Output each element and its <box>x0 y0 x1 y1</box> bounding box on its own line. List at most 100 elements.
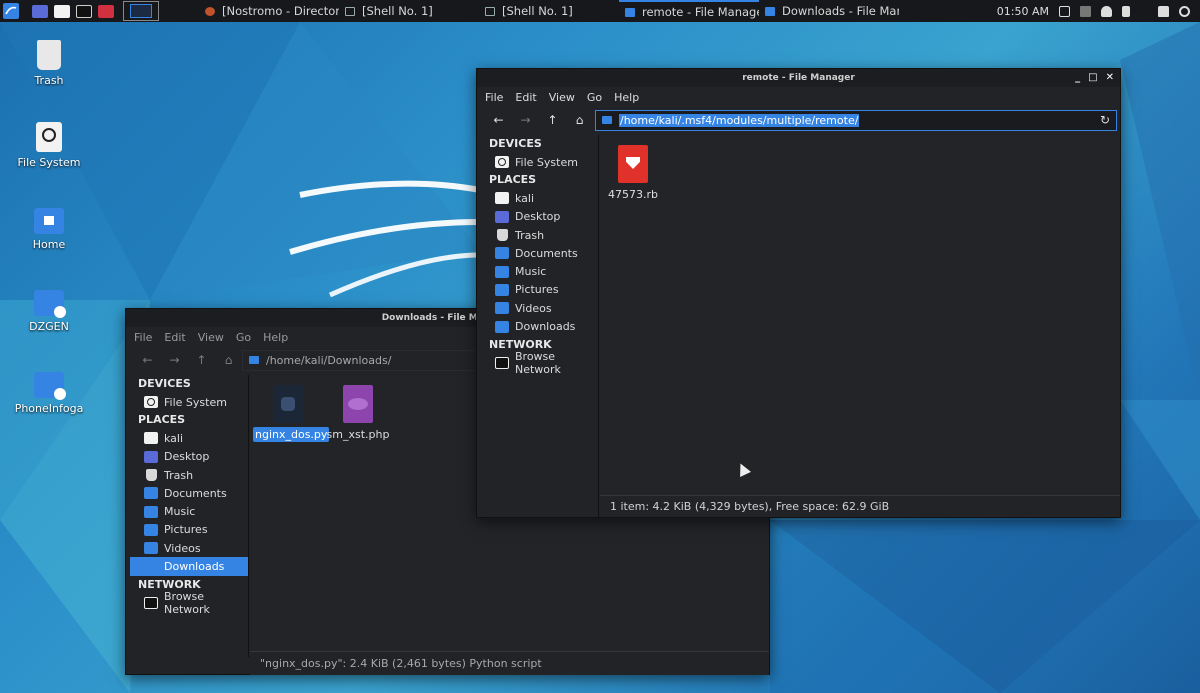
sidebar-item-pictures[interactable]: Pictures <box>481 281 598 299</box>
sidebar-item-pictures[interactable]: Pictures <box>130 521 248 539</box>
sidebar-item-trash[interactable]: Trash <box>130 466 248 484</box>
location-bar[interactable]: /home/kali/.msf4/modules/multiple/remote… <box>595 109 1117 131</box>
sidebar: DEVICES File System PLACES kali Desktop … <box>130 375 249 657</box>
trash-icon <box>146 469 157 482</box>
parent-folder-up-icon[interactable]: ↑ <box>188 349 215 371</box>
parent-folder-up-icon[interactable]: ↑ <box>539 109 566 131</box>
close-icon[interactable]: ✕ <box>1106 69 1114 87</box>
folder-icon <box>765 6 775 16</box>
firefox-icon <box>205 6 215 16</box>
home-folder-icon <box>495 192 509 205</box>
sidebar-item-desktop[interactable]: Desktop <box>481 208 598 226</box>
kali-menu-button[interactable] <box>0 0 22 22</box>
folder-icon <box>602 116 612 124</box>
minimize-icon[interactable]: _ <box>1075 69 1080 87</box>
file-manager-launcher-icon[interactable] <box>54 4 70 18</box>
menu-view[interactable]: View <box>549 91 575 104</box>
sidebar-item-downloads[interactable]: Downloads <box>481 317 598 335</box>
reload-icon[interactable]: ↻ <box>1100 113 1110 127</box>
folder-icon <box>625 7 635 17</box>
file-item-sm-xst[interactable]: sm_xst.php <box>325 385 391 441</box>
videos-folder-icon <box>495 302 509 315</box>
drive-icon <box>36 122 62 152</box>
downloads-folder-icon <box>144 560 158 573</box>
ruby-file-icon <box>618 145 648 183</box>
menu-view[interactable]: View <box>198 331 224 344</box>
devices-header: DEVICES <box>489 137 542 150</box>
menu-file[interactable]: File <box>485 91 503 104</box>
desktop-icon-home[interactable]: Home <box>9 204 89 251</box>
location-text[interactable]: /home/kali/.msf4/modules/multiple/remote… <box>619 113 860 127</box>
file-view[interactable]: 47573.rb <box>600 135 1120 495</box>
top-panel: [Nostromo - Directory T... [Shell No. 1]… <box>0 0 1200 22</box>
sidebar-item-trash[interactable]: Trash <box>481 226 598 244</box>
kali-logo-icon <box>3 3 19 19</box>
task-shell-1[interactable]: [Shell No. 1] <box>339 0 479 22</box>
menu-edit[interactable]: Edit <box>515 91 536 104</box>
display-icon[interactable] <box>1059 5 1070 17</box>
back-arrow-icon[interactable]: ← <box>134 349 161 371</box>
places-header: PLACES <box>489 173 537 187</box>
maximize-icon[interactable]: □ <box>1088 69 1097 87</box>
folder-icon <box>249 356 259 364</box>
sidebar-item-kali[interactable]: kali <box>130 429 248 447</box>
show-desktop-icon[interactable] <box>32 4 48 18</box>
desktop-icon-dzgen[interactable]: DZGEN <box>9 286 89 333</box>
sidebar-item-music[interactable]: Music <box>481 262 598 280</box>
sidebar-item-videos[interactable]: Videos <box>130 539 248 557</box>
sidebar-item-file-system[interactable]: File System <box>481 153 598 171</box>
task-downloads-file-manager[interactable]: Downloads - File Manag... <box>759 0 899 22</box>
python-file-icon <box>273 385 303 423</box>
sidebar-item-kali[interactable]: kali <box>481 189 598 207</box>
battery-icon[interactable] <box>1122 5 1130 17</box>
file-item-47573-rb[interactable]: 47573.rb <box>600 145 666 201</box>
home-folder-icon <box>34 208 64 234</box>
window-title[interactable]: remote - File Manager _ □ ✕ <box>477 69 1120 87</box>
documents-folder-icon <box>144 487 158 500</box>
browser-launcher-icon[interactable] <box>98 4 114 18</box>
menu-help[interactable]: Help <box>263 331 288 344</box>
remote-window[interactable]: remote - File Manager _ □ ✕ File Edit Vi… <box>476 68 1121 518</box>
sidebar-item-documents[interactable]: Documents <box>130 484 248 502</box>
lock-icon[interactable] <box>1158 5 1169 17</box>
task-remote-file-manager[interactable]: remote - File Manager <box>619 0 759 22</box>
desktop-icon-trash[interactable]: Trash <box>9 40 89 87</box>
menu-edit[interactable]: Edit <box>164 331 185 344</box>
desktop-icon-phoneinfoga[interactable]: PhoneInfoga <box>9 368 89 415</box>
network-icon <box>495 356 509 369</box>
home-icon[interactable]: ⌂ <box>215 349 242 371</box>
sidebar-item-desktop[interactable]: Desktop <box>130 448 248 466</box>
menu-go[interactable]: Go <box>587 91 602 104</box>
terminal-icon <box>485 6 495 16</box>
power-icon[interactable] <box>1179 5 1190 17</box>
sidebar-item-music[interactable]: Music <box>130 502 248 520</box>
menu-help[interactable]: Help <box>614 91 639 104</box>
workspace-switcher[interactable] <box>123 1 159 21</box>
sidebar-item-file-system[interactable]: File System <box>130 393 248 411</box>
sidebar-item-browse-network[interactable]: Browse Network <box>481 350 598 376</box>
terminal-icon <box>345 6 355 16</box>
desktop-icon-file-system[interactable]: File System <box>9 122 89 169</box>
task-shell-2[interactable]: [Shell No. 1] <box>479 0 619 22</box>
menu-go[interactable]: Go <box>236 331 251 344</box>
sidebar-item-browse-network[interactable]: Browse Network <box>130 590 248 616</box>
drive-icon <box>144 396 158 409</box>
forward-arrow-icon[interactable]: → <box>512 109 539 131</box>
pictures-folder-icon <box>495 283 509 296</box>
forward-arrow-icon[interactable]: → <box>161 349 188 371</box>
terminal-launcher-icon[interactable] <box>76 4 92 18</box>
devices-header: DEVICES <box>138 377 191 390</box>
php-file-icon <box>343 385 373 423</box>
volume-icon[interactable] <box>1080 5 1091 17</box>
file-item-nginx-dos[interactable]: nginx_dos.py <box>253 385 330 442</box>
clock[interactable]: 01:50 AM <box>997 5 1049 18</box>
menu-file[interactable]: File <box>134 331 152 344</box>
home-folder-icon <box>144 432 158 445</box>
notifications-icon[interactable] <box>1101 5 1112 17</box>
sidebar-item-documents[interactable]: Documents <box>481 244 598 262</box>
sidebar-item-downloads[interactable]: Downloads <box>130 557 248 576</box>
back-arrow-icon[interactable]: ← <box>485 109 512 131</box>
sidebar-item-videos[interactable]: Videos <box>481 299 598 317</box>
home-icon[interactable]: ⌂ <box>566 109 593 131</box>
task-nostromo[interactable]: [Nostromo - Directory T... <box>199 0 339 22</box>
